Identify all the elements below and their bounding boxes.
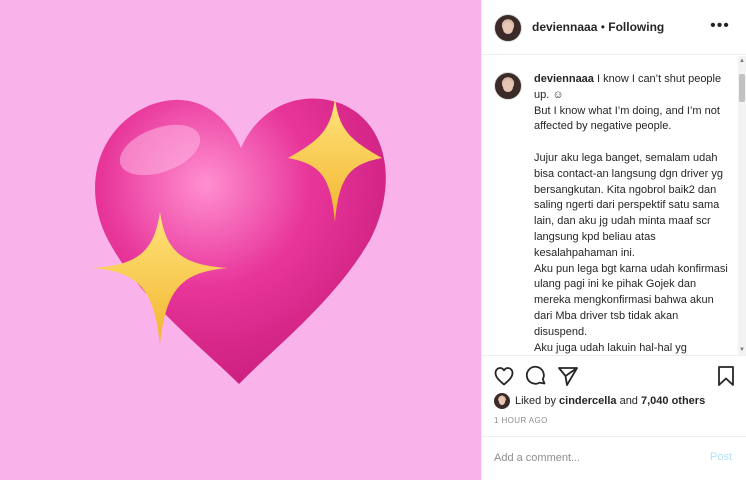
caption-body: I know I can’t shut people up. ☺ But I k…	[534, 73, 728, 354]
scroll-down-arrow-icon[interactable]: ▼	[738, 345, 746, 355]
author-line: deviennaaa • Following	[532, 20, 664, 34]
likes-middle: and	[616, 395, 641, 407]
liker-username[interactable]: cindercella	[559, 395, 616, 407]
likes-prefix: Liked by	[515, 395, 560, 407]
likes-count[interactable]: 7,040 others	[641, 395, 705, 407]
bookmark-icon[interactable]	[714, 364, 738, 388]
caption-author-avatar[interactable]	[494, 72, 522, 100]
heart-outline-icon[interactable]	[492, 364, 516, 388]
action-bar	[482, 355, 746, 395]
comment-bar: Post	[482, 436, 746, 480]
likes-text: Liked by cindercella and 7,040 others	[515, 395, 705, 407]
following-status[interactable]: Following	[608, 20, 664, 34]
post-comment-button[interactable]: Post	[710, 451, 732, 463]
scrollbar-thumb[interactable]	[739, 74, 745, 102]
paper-plane-icon[interactable]	[556, 364, 580, 388]
more-dots-icon[interactable]: •••	[710, 18, 730, 34]
caption-scrollbar[interactable]: ▲ ▼	[738, 56, 746, 355]
instagram-post-view: deviennaaa • Following ••• deviennaaa I …	[0, 0, 746, 480]
author-avatar[interactable]	[494, 14, 522, 42]
caption-username[interactable]: deviennaaa	[534, 73, 594, 85]
liker-avatar[interactable]	[494, 393, 510, 409]
sparkling-heart-emoji	[92, 98, 386, 384]
author-username[interactable]: deviennaaa	[532, 20, 597, 34]
post-timestamp[interactable]: 1 HOUR AGO	[494, 416, 548, 425]
post-image[interactable]	[0, 0, 481, 480]
comment-bubble-icon[interactable]	[524, 364, 548, 388]
post-details-panel: deviennaaa • Following ••• deviennaaa I …	[481, 0, 746, 480]
scroll-up-arrow-icon[interactable]: ▲	[738, 56, 746, 66]
post-header: deviennaaa • Following •••	[482, 0, 746, 55]
comment-input[interactable]	[494, 449, 684, 467]
caption-text: deviennaaa I know I can’t shut people up…	[534, 72, 734, 355]
caption-scroll-area[interactable]: deviennaaa I know I can’t shut people up…	[482, 56, 746, 355]
likes-summary[interactable]: Liked by cindercella and 7,040 others	[494, 393, 705, 409]
header-separator: •	[597, 20, 609, 34]
